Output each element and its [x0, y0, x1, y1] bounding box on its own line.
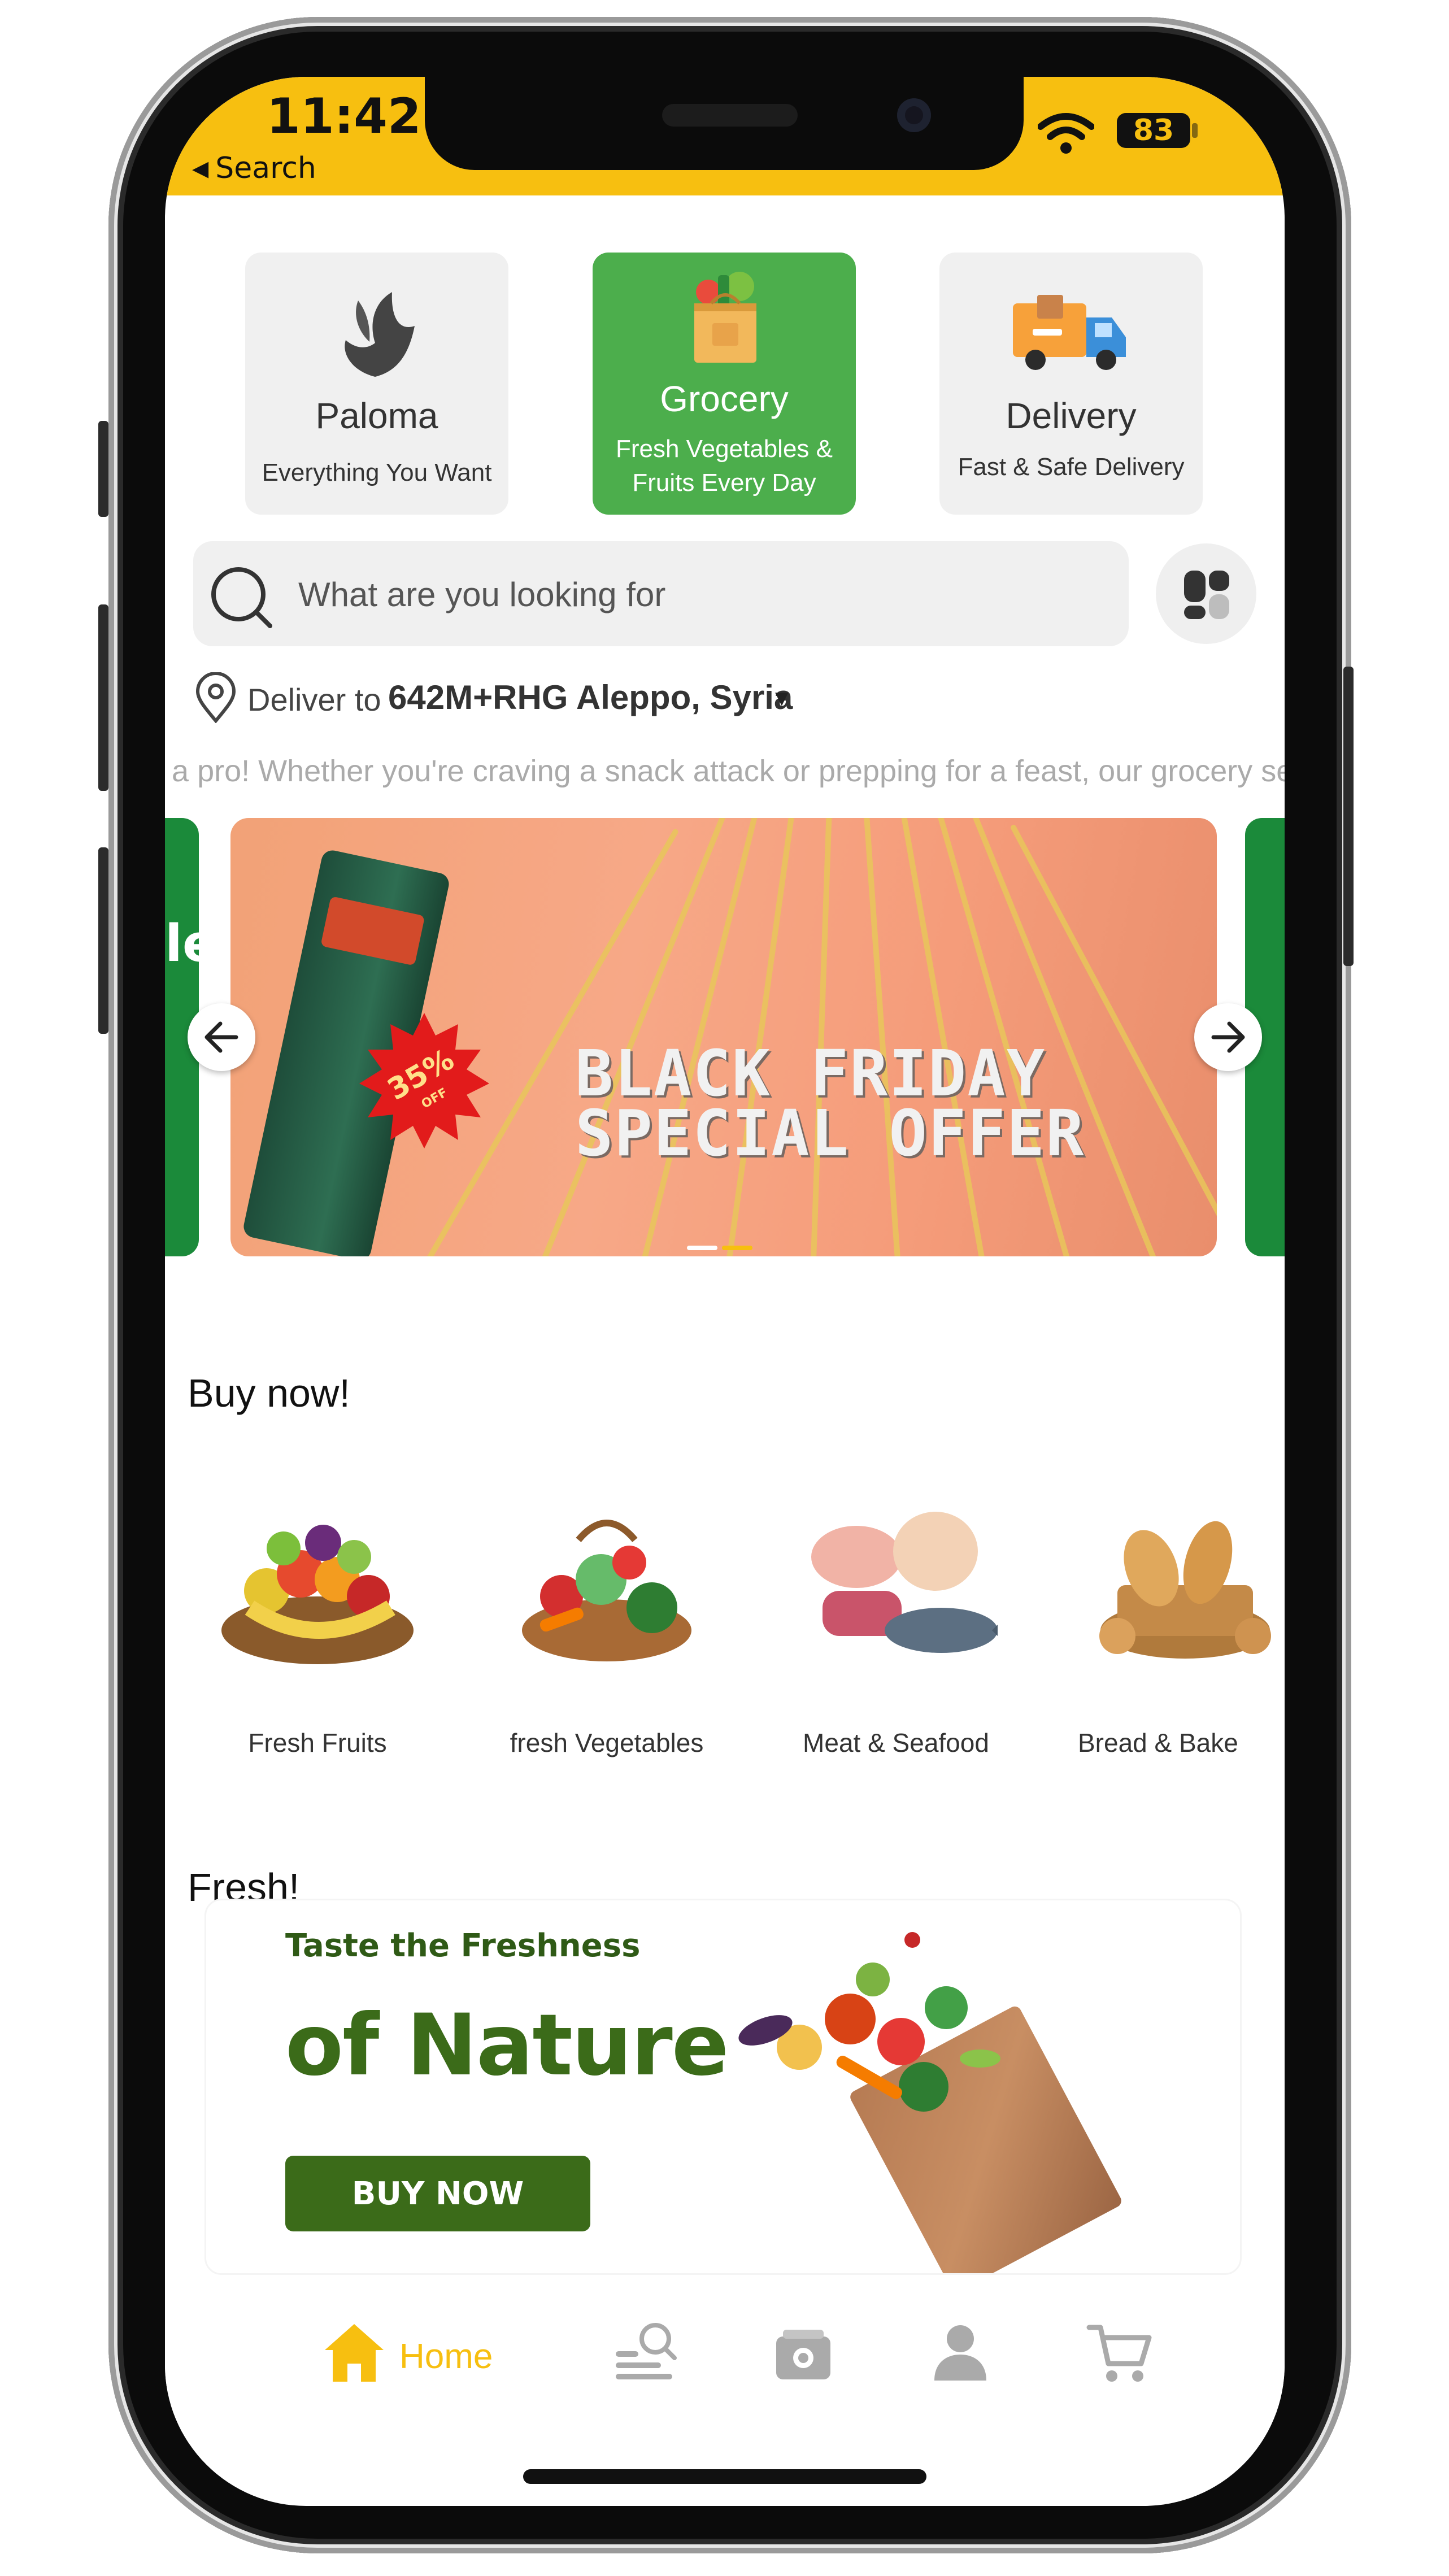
- carousel-prev-button[interactable]: [188, 1003, 255, 1071]
- search-bar: [193, 541, 1129, 646]
- fruit-basket-image: [221, 1525, 414, 1664]
- arrow-right-icon: [1211, 1021, 1245, 1053]
- carousel-indicator: [687, 1242, 757, 1252]
- volume-down-button: [98, 847, 108, 1034]
- profile-icon: [934, 2325, 986, 2381]
- back-to-search-link[interactable]: ◀ Search: [192, 151, 316, 185]
- category-title: Paloma: [315, 395, 438, 436]
- category-label: Bread & Bake: [1078, 1728, 1238, 1757]
- banner-headline-line2: SPECIAL OFFER: [575, 1097, 1085, 1170]
- nav-search-list[interactable]: [611, 2320, 679, 2393]
- fresh-banner-tagline: Taste the Freshness: [285, 1927, 641, 1964]
- category-subtitle: Fast & Safe Delivery: [958, 453, 1185, 481]
- dove-icon: [345, 292, 415, 377]
- battery-tip: [1192, 123, 1198, 138]
- deliver-address: 642M+RHG Aleppo, Syria: [388, 678, 793, 716]
- category-item-meat-seafood[interactable]: Meat & Seafood: [766, 1495, 1026, 1789]
- category-card-delivery[interactable]: Delivery Fast & Safe Delivery: [939, 253, 1203, 515]
- notch: [425, 77, 1024, 170]
- marquee-text: ke a pro! Whether you're craving a snack…: [165, 754, 1285, 788]
- category-item-fruits[interactable]: Fresh Fruits: [188, 1495, 447, 1789]
- power-button: [1343, 667, 1354, 966]
- bottom-navigation: Home: [165, 2291, 1285, 2433]
- buy-now-button[interactable]: BUY NOW: [285, 2156, 590, 2231]
- deliver-label: Deliver to: [247, 682, 381, 717]
- discount-badge: 35% OFF: [359, 1013, 489, 1148]
- status-time: 11:42: [267, 88, 421, 145]
- banner-black-friday[interactable]: 35% OFF BLACK FRIDAY SPECIAL OFFER: [230, 818, 1217, 1256]
- toggle-switch-icon: [1184, 571, 1229, 619]
- carousel-next-button[interactable]: [1194, 1003, 1262, 1071]
- meat-seafood-image: [811, 1512, 998, 1653]
- buy-now-heading: Buy now!: [188, 1371, 350, 1415]
- nav-cart[interactable]: [1086, 2320, 1154, 2393]
- search-list-icon: [616, 2323, 677, 2379]
- battery-indicator: 83: [1117, 113, 1190, 148]
- category-label: Fresh Fruits: [248, 1728, 387, 1757]
- fresh-promo-banner[interactable]: Taste the Freshness of Nature BUY NOW: [204, 1899, 1242, 2275]
- banner-peek-text: le: [165, 914, 199, 973]
- category-card-paloma[interactable]: Paloma Everything You Want: [245, 253, 508, 515]
- app-screen: 11:42 ◀ Search 83 Paloma Everything You W…: [165, 77, 1285, 2506]
- bread-basket-image: [1099, 1521, 1271, 1659]
- vegetable-basket-image: [522, 1520, 691, 1661]
- layout-toggle-button[interactable]: [1156, 543, 1256, 644]
- cart-icon: [1086, 2325, 1152, 2382]
- volume-up-button: [98, 604, 108, 791]
- nav-profile[interactable]: [926, 2320, 994, 2393]
- category-subtitle: Everything You Want: [262, 459, 492, 486]
- category-card-grocery[interactable]: Grocery Fresh Vegetables & Fruits Every …: [593, 253, 856, 515]
- back-triangle-icon: ◀: [192, 156, 209, 181]
- search-icon: [211, 567, 272, 628]
- wallet-icon: [776, 2330, 830, 2379]
- category-label: Meat & Seafood: [803, 1728, 989, 1757]
- promo-marquee: ke a pro! Whether you're craving a snack…: [165, 749, 1285, 794]
- mute-switch: [98, 421, 108, 517]
- location-pin-icon: [195, 672, 236, 723]
- banner-headline-line1: BLACK FRIDAY: [575, 1037, 1046, 1111]
- home-indicator[interactable]: [523, 2469, 926, 2484]
- nav-home[interactable]: Home: [320, 2320, 507, 2393]
- back-search-label: Search: [215, 151, 316, 185]
- banner-headline: BLACK FRIDAY SPECIAL OFFER: [575, 1037, 1085, 1170]
- search-input[interactable]: [297, 568, 1090, 620]
- category-item-vegetables[interactable]: fresh Vegetables: [477, 1495, 737, 1789]
- home-icon: [325, 2324, 384, 2382]
- delivery-truck-icon: [1013, 295, 1126, 370]
- nav-wallet[interactable]: [769, 2320, 837, 2393]
- front-camera: [897, 98, 931, 132]
- status-bar: 11:42 ◀ Search 83: [165, 77, 1285, 195]
- category-subtitle: Fresh Vegetables & Fruits Every Day: [615, 435, 833, 497]
- category-label: fresh Vegetables: [510, 1728, 704, 1757]
- nav-home-label: Home: [399, 2337, 493, 2376]
- vegetables-image: [738, 1932, 1000, 2112]
- grocery-bag-icon: [694, 272, 756, 363]
- category-item-bread-bakery[interactable]: Bread & Bake: [1055, 1495, 1285, 1789]
- arrow-left-icon: [204, 1021, 238, 1053]
- wifi-icon: [1038, 113, 1094, 154]
- category-title: Grocery: [660, 378, 789, 419]
- chevron-down-icon: ▼: [771, 686, 793, 711]
- category-title: Delivery: [1006, 395, 1137, 436]
- speaker-grille: [662, 104, 798, 127]
- fresh-banner-headline: of Nature: [285, 1996, 729, 2095]
